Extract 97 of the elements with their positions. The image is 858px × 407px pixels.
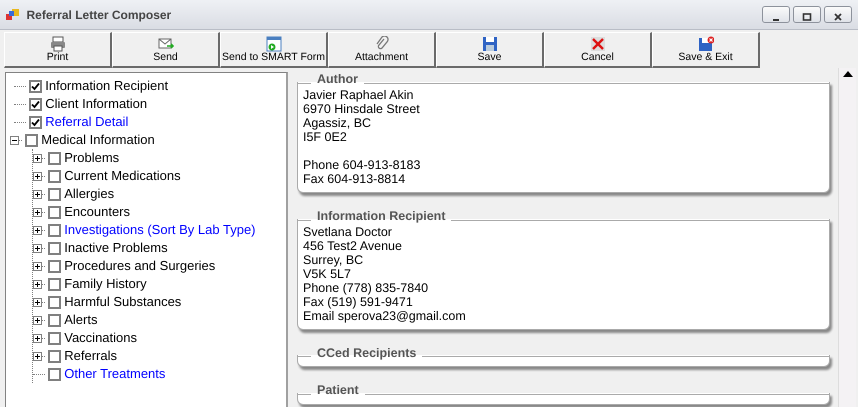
checkbox[interactable]: [48, 278, 62, 290]
toolbar-button[interactable]: Print: [4, 32, 112, 68]
close-button[interactable]: [824, 6, 852, 23]
section-heading: Information Recipient: [316, 208, 446, 225]
tree-item-label[interactable]: Client Information: [45, 94, 148, 114]
tree-item-label[interactable]: Problems: [64, 148, 120, 168]
text-line: Javier Raphael Akin: [303, 88, 414, 102]
text-line: V5K 5L7: [303, 266, 352, 280]
plus-icon: [34, 298, 41, 306]
section-heading: CCed Recipients: [316, 344, 418, 362]
plus-icon: [34, 334, 41, 342]
expand-toggle[interactable]: [33, 190, 42, 198]
plus-icon: [34, 352, 41, 360]
checkbox[interactable]: [29, 98, 42, 110]
checkbox[interactable]: [48, 314, 62, 326]
text-line: Phone (778) 835-7840: [303, 280, 430, 294]
checkbox[interactable]: [48, 188, 62, 200]
checkbox[interactable]: [48, 296, 62, 308]
tree-item-label[interactable]: Referral Detail: [45, 112, 128, 132]
checkbox[interactable]: [48, 242, 62, 254]
checkbox[interactable]: [48, 206, 62, 218]
cancel-x-icon: [590, 36, 606, 52]
toolbar-button[interactable]: Cancel: [544, 32, 652, 68]
window-title: Referral Letter Composer: [26, 6, 172, 24]
text-line: Agassiz, BC: [303, 116, 372, 130]
tree-item-label[interactable]: Current Medications: [64, 166, 181, 186]
collapse-toggle[interactable]: [10, 136, 19, 144]
tree-item-label[interactable]: Alerts: [64, 310, 98, 330]
text-line: I5F 0E2: [303, 130, 347, 144]
tree-item-label[interactable]: Medical Information: [41, 130, 155, 150]
expand-toggle[interactable]: [33, 352, 42, 360]
text-line: Svetlana Doctor: [303, 224, 393, 238]
expand-toggle[interactable]: [33, 226, 42, 234]
plus-icon: [34, 280, 41, 288]
close-icon: [832, 12, 843, 22]
maximize-icon: [802, 12, 812, 22]
text-line: Email sperova23@gmail.com: [303, 308, 467, 322]
scroll-up-icon[interactable]: [842, 71, 852, 78]
tree-item-label[interactable]: Procedures and Surgeries: [64, 256, 216, 276]
tree-item-label[interactable]: Inactive Problems: [64, 238, 168, 258]
plus-icon: [34, 262, 41, 270]
section-heading: Author: [316, 71, 359, 88]
plus-icon: [34, 172, 41, 180]
expand-toggle[interactable]: [33, 208, 42, 216]
plus-icon: [34, 208, 41, 216]
expand-toggle[interactable]: [33, 172, 42, 180]
plus-icon: [34, 190, 41, 198]
checkbox[interactable]: [48, 332, 62, 344]
expand-toggle[interactable]: [33, 244, 42, 252]
toolbar-button[interactable]: Save & Exit: [652, 32, 760, 68]
checkbox[interactable]: [48, 368, 62, 380]
maximize-button[interactable]: [792, 6, 821, 23]
tree-item-label[interactable]: Information Recipient: [45, 76, 168, 96]
tree-item-label[interactable]: Family History: [64, 274, 147, 294]
expand-toggle[interactable]: [33, 298, 42, 306]
tree-item-label[interactable]: Encounters: [64, 202, 130, 222]
checkbox[interactable]: [29, 116, 42, 128]
checkbox[interactable]: [25, 134, 38, 146]
minimize-button[interactable]: [762, 6, 790, 23]
paperclip-icon: [374, 36, 390, 52]
plus-icon: [34, 316, 41, 324]
tree-item-label[interactable]: Referrals: [64, 346, 117, 366]
checkbox[interactable]: [48, 260, 62, 272]
checkbox[interactable]: [48, 170, 62, 182]
section-heading: Patient: [316, 382, 360, 400]
plus-icon: [34, 226, 41, 234]
text-line: 456 Test2 Avenue: [303, 238, 403, 252]
minimize-icon: [772, 18, 778, 21]
tree-item-label[interactable]: Other Treatments: [64, 364, 166, 384]
printer-icon: [50, 36, 66, 52]
expand-toggle[interactable]: [33, 280, 42, 288]
toolbar-button[interactable]: Send to SMART Form: [220, 32, 328, 68]
tree-item-label[interactable]: Vaccinations: [64, 328, 137, 348]
text-line: 6970 Hinsdale Street: [303, 102, 421, 116]
toolbar-button[interactable]: Send: [112, 32, 220, 68]
checkbox[interactable]: [29, 80, 42, 92]
expand-toggle[interactable]: [33, 154, 42, 162]
tree-item-label[interactable]: Allergies: [64, 184, 114, 204]
checkbox[interactable]: [48, 224, 62, 236]
expand-toggle[interactable]: [33, 334, 42, 342]
plus-icon: [34, 154, 41, 162]
app-icon: [6, 8, 20, 22]
tree-item-label[interactable]: Investigations (Sort By Lab Type): [64, 220, 256, 240]
tree-item-label[interactable]: Harmful Substances: [64, 292, 182, 312]
expand-toggle[interactable]: [33, 262, 42, 270]
toolbar-button[interactable]: Save: [436, 32, 544, 68]
text-line: Fax 604-913-8814: [303, 172, 406, 186]
scrollbar[interactable]: [838, 68, 856, 407]
toolbar-button[interactable]: Attachment: [328, 32, 436, 68]
form-window-icon: [266, 36, 282, 52]
checkbox[interactable]: [48, 350, 62, 362]
checkbox[interactable]: [48, 152, 62, 164]
text-line: Surrey, BC: [303, 252, 364, 266]
text-line: Phone 604-913-8183: [303, 158, 422, 172]
expand-toggle[interactable]: [33, 316, 42, 324]
plus-icon: [34, 244, 41, 252]
text-line: Fax (519) 591-9471: [303, 294, 414, 308]
